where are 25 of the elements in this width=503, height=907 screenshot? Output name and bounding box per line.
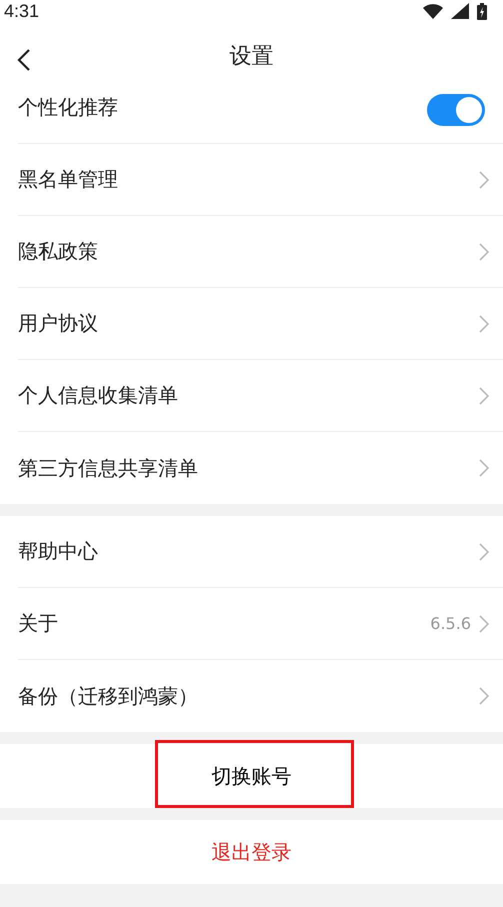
chevron-icon: [479, 542, 489, 560]
chevron-icon: [479, 170, 489, 188]
toggle-switch[interactable]: [427, 94, 485, 126]
setting-label[interactable]: 帮助中心: [18, 538, 98, 565]
version-text: 6.5.6: [430, 614, 471, 633]
status-time: 4:31: [4, 0, 40, 22]
wifi-icon: [423, 3, 443, 19]
setting-label[interactable]: 个人信息收集清单: [18, 382, 178, 409]
signal-icon: [451, 3, 469, 19]
back-icon[interactable]: [17, 48, 31, 72]
setting-label[interactable]: 隐私政策: [18, 238, 98, 265]
chevron-icon: [479, 242, 489, 260]
chevron-icon: [479, 687, 489, 705]
chevron-icon: [479, 386, 489, 404]
setting-label[interactable]: 关于: [18, 610, 58, 637]
chevron-icon: [479, 614, 489, 632]
chevron-icon: [479, 459, 489, 477]
chevron-icon: [479, 314, 489, 332]
setting-label[interactable]: 用户协议: [18, 310, 98, 337]
setting-label[interactable]: 个性化推荐: [18, 94, 118, 121]
setting-label[interactable]: 备份（迁移到鸿蒙）: [18, 682, 198, 710]
setting-label[interactable]: 第三方信息共享清单: [18, 454, 198, 482]
page-title: 设置: [230, 43, 274, 71]
setting-label[interactable]: 黑名单管理: [18, 166, 118, 193]
battery-icon: [477, 2, 487, 20]
